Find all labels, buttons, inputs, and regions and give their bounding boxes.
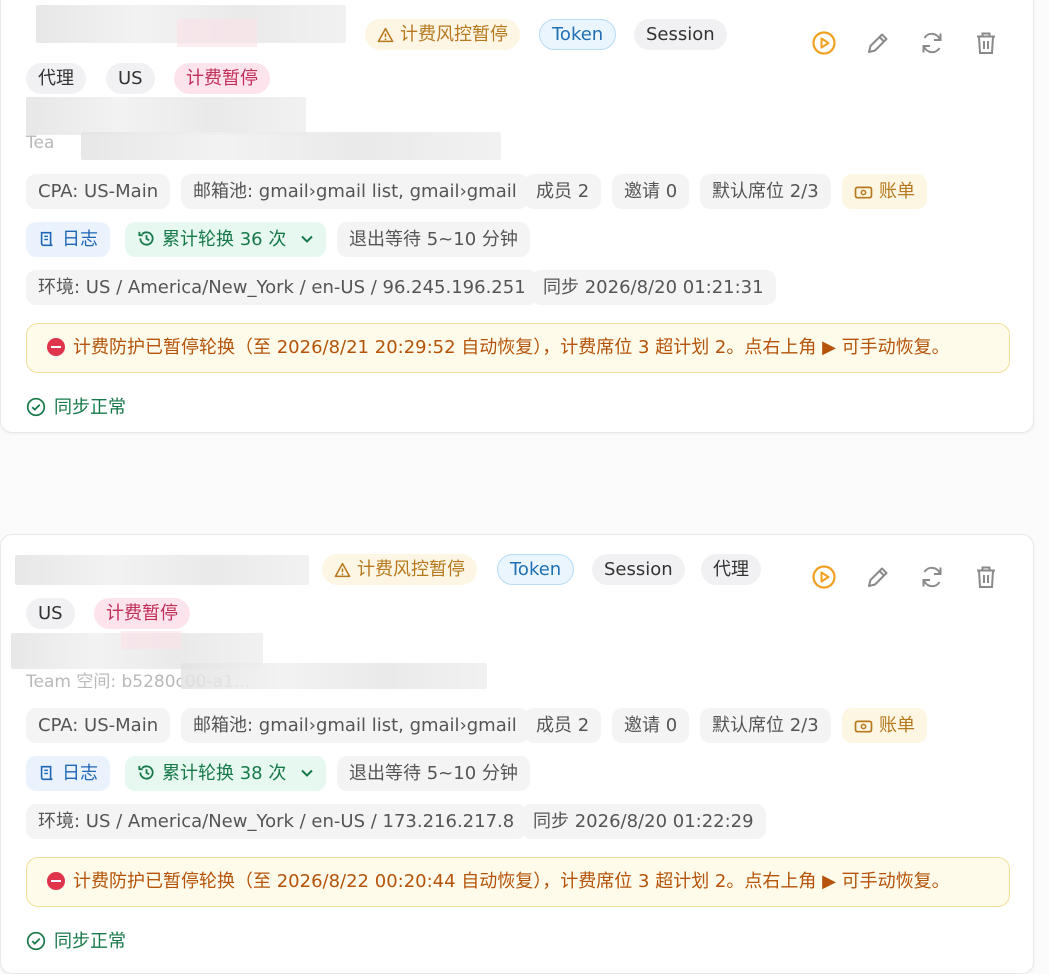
- sync-time-pill: 同步 2026/8/20 01:21:31: [531, 270, 776, 305]
- members-pill: 成员 2: [524, 174, 602, 209]
- members-pill: 成员 2: [524, 708, 602, 743]
- account-card: 计费风控暂停 Token Session 代理 US 计费暂停 Tea CPA:…: [0, 0, 1034, 433]
- log-button[interactable]: 日志: [26, 222, 110, 257]
- log-icon: [40, 765, 53, 781]
- billing-protection-alert: 计费防护已暂停轮换（至 2026/8/22 00:20:44 自动恢复），计费席…: [26, 857, 1010, 907]
- proxy-tag: 代理: [26, 63, 86, 94]
- redacted-info: [81, 132, 501, 160]
- check-circle-icon: [26, 397, 46, 417]
- sync-status: 同步正常: [26, 927, 126, 953]
- redacted-info: [181, 663, 487, 689]
- history-icon: [138, 231, 154, 246]
- chevron-down-icon: [301, 235, 313, 243]
- billing-protection-alert: 计费防护已暂停轮换（至 2026/8/21 20:29:52 自动恢复），计费席…: [26, 323, 1010, 373]
- invites-pill: 邀请 0: [612, 708, 690, 743]
- play-circle-icon[interactable]: [809, 28, 839, 58]
- session-tag: Session: [634, 19, 727, 50]
- redacted-account-name: [15, 555, 309, 585]
- token-tag: Token: [497, 554, 575, 585]
- redacted-info: [26, 97, 306, 135]
- stop-icon: [47, 872, 65, 890]
- refresh-icon[interactable]: [917, 562, 947, 592]
- chevron-down-icon: [301, 769, 313, 777]
- team-space-text: Tea: [26, 133, 55, 153]
- warning-triangle-icon: [334, 562, 351, 578]
- environment-pill: 环境: US / America/New_York / en-US / 173.…: [26, 804, 527, 839]
- rotations-dropdown[interactable]: 累计轮换 36 次: [125, 222, 327, 257]
- bill-button[interactable]: 账单: [842, 708, 927, 743]
- pencil-icon[interactable]: [863, 562, 893, 592]
- check-circle-icon: [26, 931, 46, 951]
- trash-icon[interactable]: [971, 562, 1001, 592]
- log-icon: [40, 231, 53, 247]
- billing-pause-tag: 计费暂停: [94, 598, 190, 629]
- risk-pause-tag: 计费风控暂停: [365, 19, 520, 50]
- environment-pill: 环境: US / America/New_York / en-US / 96.2…: [26, 270, 538, 305]
- bill-icon: [854, 186, 873, 199]
- region-tag: US: [26, 598, 75, 629]
- sync-time-pill: 同步 2026/8/20 01:22:29: [521, 804, 766, 839]
- proxy-tag: 代理: [701, 554, 761, 585]
- history-icon: [138, 765, 154, 780]
- play-circle-icon[interactable]: [809, 562, 839, 592]
- bill-icon: [854, 720, 873, 733]
- stop-icon: [47, 338, 65, 356]
- risk-pause-tag: 计费风控暂停: [322, 554, 477, 585]
- log-button[interactable]: 日志: [26, 756, 110, 791]
- trash-icon[interactable]: [971, 28, 1001, 58]
- rotations-dropdown[interactable]: 累计轮换 38 次: [125, 756, 327, 791]
- pencil-icon[interactable]: [863, 28, 893, 58]
- redacted-info: [121, 631, 181, 649]
- token-tag: Token: [539, 19, 617, 50]
- redacted-account-name: [177, 19, 257, 47]
- cpa-pill: CPA: US-Main: [26, 708, 171, 743]
- exit-wait-pill: 退出等待 5~10 分钟: [337, 222, 530, 257]
- bill-button[interactable]: 账单: [842, 174, 927, 209]
- seats-pill: 默认席位 2/3: [700, 174, 831, 209]
- warning-triangle-icon: [377, 27, 394, 43]
- cpa-pill: CPA: US-Main: [26, 174, 171, 209]
- mailbox-pill: 邮箱池: gmail›gmail list, gmail›gmail: [181, 174, 529, 209]
- invites-pill: 邀请 0: [612, 174, 690, 209]
- session-tag: Session: [592, 554, 685, 585]
- sync-status: 同步正常: [26, 393, 126, 419]
- mailbox-pill: 邮箱池: gmail›gmail list, gmail›gmail: [181, 708, 529, 743]
- exit-wait-pill: 退出等待 5~10 分钟: [337, 756, 530, 791]
- account-card: 计费风控暂停 Token Session 代理 US 计费暂停 Team 空间:…: [0, 534, 1034, 974]
- refresh-icon[interactable]: [917, 28, 947, 58]
- region-tag: US: [106, 63, 155, 94]
- billing-pause-tag: 计费暂停: [174, 63, 270, 94]
- seats-pill: 默认席位 2/3: [700, 708, 831, 743]
